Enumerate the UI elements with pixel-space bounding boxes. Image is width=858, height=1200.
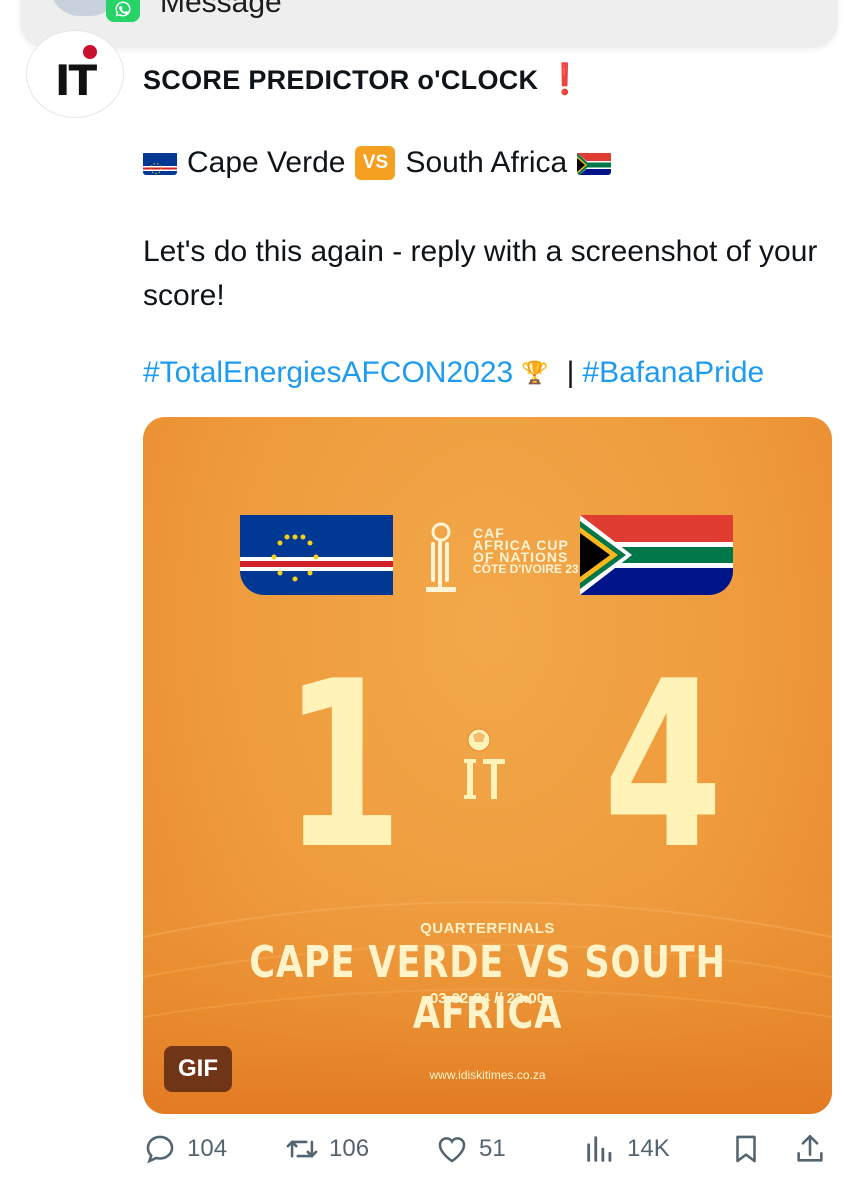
idiski-times-logo (464, 728, 505, 799)
trophy-icon: 🏆 (521, 360, 549, 385)
matchup-line: Cape Verde VS South Africa (143, 146, 612, 180)
home-team-name: Cape Verde (187, 146, 346, 179)
south-africa-flag (580, 515, 733, 595)
share-icon (797, 1134, 823, 1162)
reply-button[interactable]: 104 (143, 1132, 227, 1166)
whatsapp-icon (106, 0, 140, 22)
gif-badge[interactable]: GIF (164, 1046, 232, 1092)
hashtag-link[interactable]: #TotalEnergiesAFCON2023 (143, 356, 513, 390)
action-bar: 104 106 51 14K (143, 1132, 833, 1172)
hashtag-separator: | (566, 356, 575, 389)
reply-count: 104 (187, 1135, 228, 1162)
matchup-title: CAPE VERDE VS SOUTH AFRICA (249, 937, 726, 1039)
author-avatar[interactable]: IT (26, 30, 124, 118)
bookmark-icon (736, 1135, 756, 1163)
cape-verde-flag-icon (143, 151, 177, 175)
away-score: 4 (603, 633, 724, 900)
share-button[interactable] (793, 1132, 827, 1166)
post-title: SCORE PREDICTOR o'CLOCK ❗ (143, 62, 584, 97)
website-url: www.idiskitimes.co.za (429, 1068, 546, 1082)
views-button[interactable]: 14K (583, 1132, 670, 1166)
like-button[interactable]: 51 (435, 1132, 506, 1166)
like-count: 51 (479, 1135, 506, 1162)
vs-icon: VS (355, 146, 396, 180)
post-body: Let's do this again - reply with a scree… (143, 235, 818, 312)
round-label: QUARTERFINALS (420, 920, 555, 937)
media-card[interactable]: CAF AFRICA CUP OF NATIONS CÔTE D'IVOIRE … (143, 417, 832, 1114)
cape-verde-flag (240, 515, 393, 595)
south-africa-flag-icon (577, 151, 612, 175)
exclamation-icon: ❗ (546, 63, 584, 96)
notification-banner[interactable] (20, 0, 838, 48)
competition-host: CÔTE D'IVOIRE 23 (473, 562, 579, 576)
reply-icon (146, 1135, 174, 1164)
bookmark-button[interactable] (729, 1132, 763, 1166)
retweet-icon (286, 1140, 318, 1158)
away-team-name: South Africa (405, 146, 568, 179)
notification-text: Message (160, 0, 282, 19)
match-datetime: 03-02-24 // 22:00 (429, 990, 546, 1007)
author-logo: IT (54, 55, 97, 105)
post-title-text: SCORE PREDICTOR o'CLOCK (143, 65, 539, 95)
hashtag-link[interactable]: #BafanaPride (582, 356, 764, 390)
home-score: 1 (283, 633, 404, 900)
hashtag-line: #TotalEnergiesAFCON2023 🏆 | #BafanaPride (143, 356, 764, 390)
retweet-button[interactable]: 106 (285, 1132, 369, 1166)
retweet-count: 106 (329, 1135, 370, 1162)
view-count: 14K (627, 1135, 670, 1162)
analytics-icon (587, 1136, 612, 1162)
competition-logo-text: CAF AFRICA CUP OF NATIONS CÔTE D'IVOIRE … (473, 526, 579, 576)
heart-icon (438, 1137, 466, 1163)
